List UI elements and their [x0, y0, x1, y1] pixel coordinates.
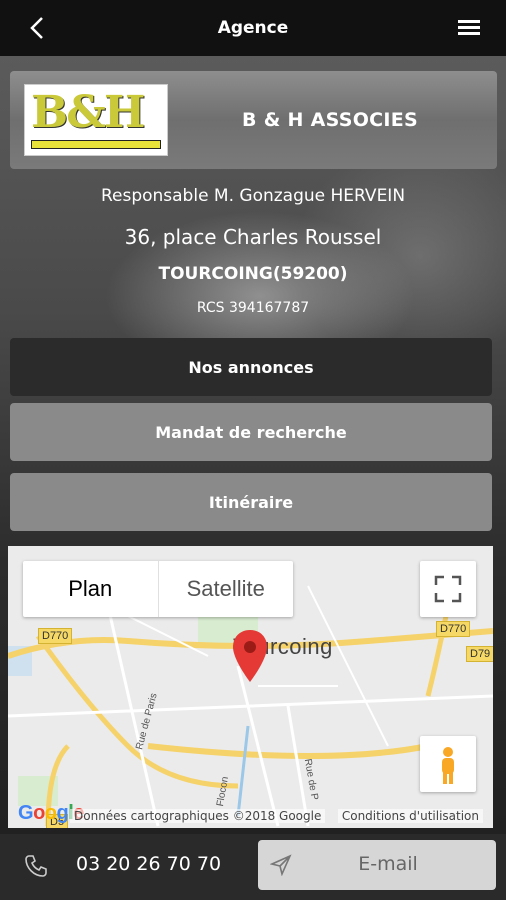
map-marker-icon[interactable]	[231, 628, 269, 684]
mandat-recherche-button[interactable]: Mandat de recherche	[10, 403, 492, 461]
agency-card: B&H B & H ASSOCIES	[10, 71, 497, 169]
street-view-button[interactable]	[420, 736, 476, 792]
page-title: Agence	[217, 18, 289, 38]
agency-logo: B&H	[24, 84, 168, 156]
hamburger-menu-icon	[458, 20, 480, 35]
pegman-icon	[442, 747, 454, 784]
call-button[interactable]: 03 20 26 70 70	[0, 834, 250, 900]
road-label: D79	[466, 646, 493, 662]
map-terms-link[interactable]: Conditions d'utilisation	[337, 809, 483, 823]
phone-number: 03 20 26 70 70	[76, 853, 222, 875]
fullscreen-icon	[434, 575, 462, 603]
phone-icon	[25, 855, 47, 877]
agency-name: B & H ASSOCIES	[242, 109, 419, 131]
email-button[interactable]: E-mail	[258, 840, 496, 890]
chevron-left-icon	[30, 17, 43, 39]
agency-address: 36, place Charles Roussel	[124, 225, 382, 249]
map-tab-plan[interactable]: Plan	[23, 561, 158, 617]
map-tab-satellite[interactable]: Satellite	[159, 561, 294, 617]
agency-responsible: Responsable M. Gonzague HERVEIN	[100, 186, 406, 206]
agency-rcs: RCS 394167787	[196, 300, 310, 316]
top-app-bar: Agence	[0, 0, 506, 56]
logo-strip	[31, 140, 161, 149]
agency-logo-text: B&H	[31, 87, 145, 138]
fullscreen-button[interactable]	[420, 561, 476, 617]
agency-city: TOURCOING(59200)	[158, 264, 348, 284]
contact-bar: 03 20 26 70 70 E-mail	[0, 834, 506, 900]
google-map[interactable]: D770 D770 D79 D5 Rue de Paris Flocon Rue…	[8, 546, 493, 828]
road-label: D770	[38, 628, 73, 644]
menu-button[interactable]	[456, 14, 484, 42]
road-label: D770	[436, 621, 471, 637]
email-label: E-mail	[358, 853, 418, 875]
map-type-toggle: Plan Satellite	[23, 561, 293, 617]
back-button[interactable]	[24, 14, 52, 42]
nos-annonces-button[interactable]: Nos annonces	[10, 338, 492, 396]
itineraire-button[interactable]: Itinéraire	[10, 473, 492, 531]
map-attribution: Données cartographiques ©2018 Google	[70, 809, 326, 823]
